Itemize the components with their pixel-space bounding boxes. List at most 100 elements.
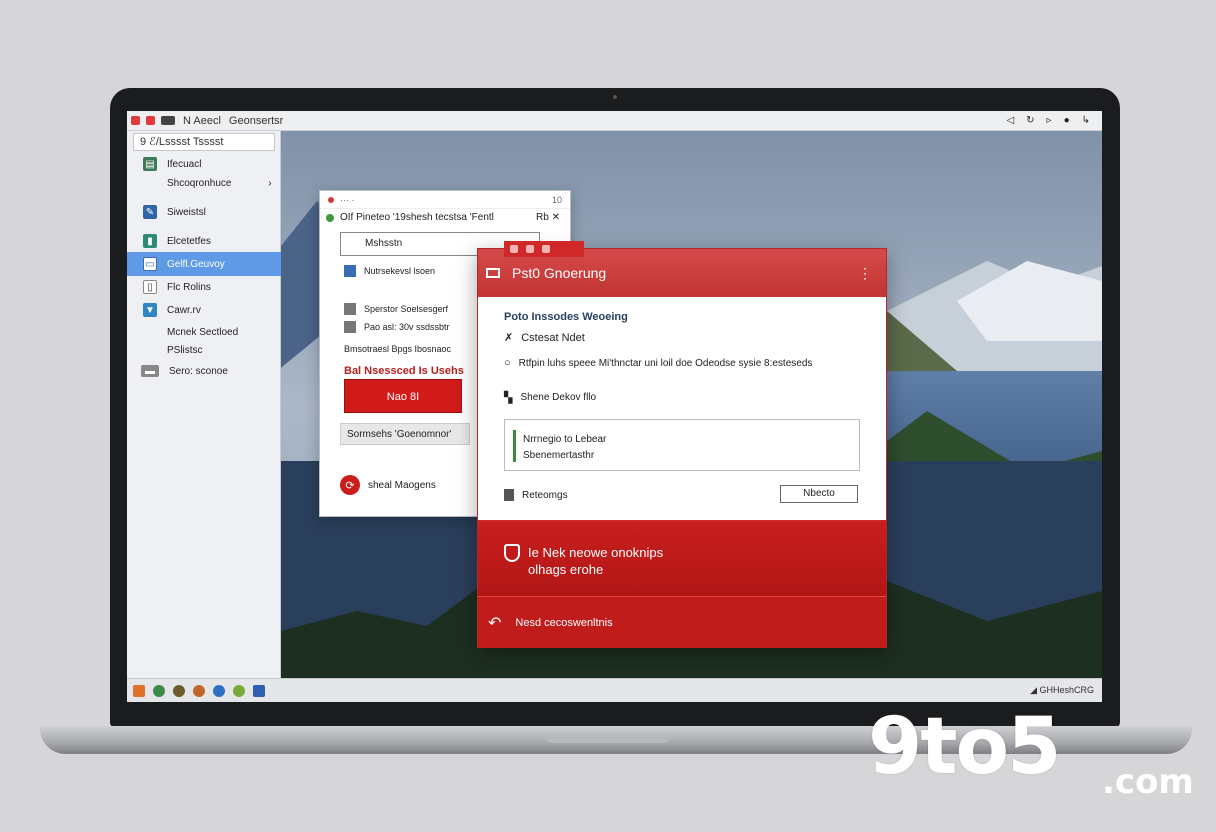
sidebar-item-6[interactable]: ▼ Cawr.rv bbox=[127, 299, 281, 321]
option-row-2[interactable]: Sperstor Soelsesgerf bbox=[344, 303, 448, 315]
line-text: Shene Dekov fllo bbox=[520, 392, 597, 403]
sidebar: 9 ℰ/Lsssst Tsssst ▤ Ifecuacl Shcoqronhuc… bbox=[127, 131, 281, 678]
user-icon bbox=[344, 265, 356, 277]
sidebar-item-label: Siweistsl bbox=[167, 206, 206, 218]
watermark-logo: 9to5 .com bbox=[868, 702, 1194, 806]
tools-icon: ✗ bbox=[504, 332, 514, 344]
tab-icon[interactable] bbox=[526, 245, 534, 253]
menu-item[interactable]: Geonsertsr bbox=[229, 115, 283, 127]
menu-icon[interactable]: ↳ bbox=[1082, 115, 1090, 126]
dialog-tabs bbox=[504, 241, 584, 257]
sidebar-item-label: Gelfl.Geuvoy bbox=[167, 258, 225, 270]
sidebar-item-0[interactable]: ▤ Ifecuacl bbox=[127, 153, 281, 175]
taskbar-app-icon[interactable] bbox=[153, 684, 165, 697]
sidebar-item-7[interactable]: Mcnek Sectloed bbox=[127, 321, 281, 343]
sidebar-item-label: PSlistsc bbox=[167, 345, 203, 356]
bin-icon: ▮ bbox=[143, 234, 157, 248]
window-footer[interactable]: ⟳ sheal Maogens bbox=[340, 475, 436, 495]
dialog-option-radio[interactable]: ○ Rtfpin luhs speee Mi'thnctar uni loil … bbox=[504, 357, 812, 369]
sidebar-item-label: Cawr.rv bbox=[167, 304, 201, 316]
app-icon[interactable] bbox=[161, 116, 175, 125]
file-icon: ▚ bbox=[504, 392, 513, 404]
dialog-line-1: ✗ Cstesat Ndet bbox=[504, 331, 585, 345]
dialog-line-3[interactable]: ▚ Shene Dekov fllo bbox=[504, 391, 596, 404]
info-box[interactable]: Nrrnegio to Lebear Sbenemertasthr bbox=[504, 419, 860, 471]
warning-link[interactable]: Bal Nsessced Is Usehs bbox=[344, 365, 464, 377]
app-menu-label[interactable]: N Aeecl bbox=[183, 115, 221, 127]
secondary-button[interactable]: Sormsehs 'Goenomnor' bbox=[340, 423, 470, 445]
menu-bar: N Aeecl Geonsertsr ◁ ↻ ▹ ● ↳ bbox=[127, 111, 1102, 131]
tab-icon[interactable] bbox=[510, 245, 518, 253]
sidebar-item-5[interactable]: ▯ Flc Rolins bbox=[127, 276, 281, 298]
pen-icon: ✎ bbox=[143, 205, 157, 219]
sidebar-search-input[interactable]: 9 ℰ/Lsssst Tsssst bbox=[133, 133, 275, 151]
checkbox-icon[interactable] bbox=[344, 303, 356, 315]
sidebar-item-4[interactable]: ▭ Gelfl.Geuvoy bbox=[127, 252, 281, 276]
taskbar-app-icon[interactable] bbox=[173, 684, 185, 697]
window-icon bbox=[486, 268, 500, 278]
warning-dialog[interactable]: Pst0 Gnoerung ⋮ Poto Inssodes Weoeing ✗ … bbox=[477, 241, 887, 648]
sidebar-item-1[interactable]: Shcoqronhuce › bbox=[167, 178, 272, 189]
window-title-number: 10 bbox=[551, 194, 562, 205]
sidebar-item-8[interactable]: PSlistsc bbox=[167, 345, 203, 356]
sidebar-item-label: Shcoqronhuce bbox=[167, 178, 232, 189]
taskbar-app-icon[interactable] bbox=[193, 684, 205, 697]
taskbar: ◢ GHHeshCRG bbox=[127, 678, 1102, 702]
back-icon[interactable]: ◁ bbox=[1006, 115, 1014, 126]
option-row-1[interactable]: Nutrsekevsl lsoen bbox=[344, 265, 435, 277]
webcam-icon bbox=[613, 95, 617, 99]
radio-icon[interactable]: ○ bbox=[504, 357, 511, 369]
info-box-title: Nrrnegio to Lebear bbox=[523, 434, 607, 445]
sidebar-item-label: Sero: sconoe bbox=[169, 365, 228, 377]
power-icon[interactable]: ● bbox=[1064, 115, 1070, 126]
window-header-text: OIf Pineteo '19shesh tecstsa 'Fentl bbox=[340, 212, 494, 223]
folder-icon: ▤ bbox=[143, 157, 157, 171]
option-row-4: Bmsotraesl Bpgs Ibosnaoc bbox=[344, 344, 451, 354]
option-label: Sperstor Soelsesgerf bbox=[364, 304, 449, 314]
line-text: Cstesat Ndet bbox=[521, 331, 585, 344]
dialog-footer-button[interactable]: ↶ Nesd cecoswenltnis bbox=[478, 596, 886, 648]
dialog-title: Pst0 Gnoerung bbox=[512, 265, 607, 281]
cup-icon: ▼ bbox=[143, 303, 157, 317]
option-label: Pao asl: 30v ssdssbtr bbox=[364, 322, 450, 332]
close-window-icon[interactable] bbox=[328, 196, 334, 203]
window-header-right[interactable]: Rb ✕ bbox=[536, 212, 560, 223]
wifi-icon[interactable]: ↻ bbox=[1026, 115, 1034, 126]
sidebar-item-label: Elcetetfes bbox=[167, 235, 211, 247]
window-titlebar[interactable]: ··· · 10 bbox=[320, 191, 570, 209]
taskbar-app-icon[interactable] bbox=[133, 684, 145, 697]
sidebar-item-label: Flc Rolins bbox=[167, 281, 211, 293]
alert-icon: ⟳ bbox=[340, 475, 360, 495]
watermark-brand: 9to5 bbox=[868, 702, 1061, 792]
banner-line-2: olhags erohe bbox=[528, 562, 604, 577]
option-row-3[interactable]: Pao asl: 30v ssdssbtr bbox=[344, 321, 450, 333]
drive-icon: ▬ bbox=[141, 365, 159, 377]
back-arrow-icon: ↶ bbox=[488, 614, 502, 632]
dialog-choose-row: Reteomgs bbox=[504, 489, 568, 501]
volume-icon[interactable]: ▹ bbox=[1047, 115, 1052, 126]
sidebar-item-label: Mcnek Sectloed bbox=[167, 326, 239, 338]
tray-status-text[interactable]: ◢ GHHeshCRG bbox=[1030, 685, 1094, 696]
taskbar-app-icon[interactable] bbox=[253, 684, 265, 697]
primary-button[interactable]: Nao 8I bbox=[344, 379, 462, 413]
alert-banner[interactable]: Ie Nek neowe onoknips olhags erohe bbox=[478, 522, 886, 596]
option-label: Bmsotraesl Bpgs Ibosnaoc bbox=[344, 344, 452, 354]
close-window-icon[interactable] bbox=[131, 116, 140, 125]
doc-icon: ▯ bbox=[143, 280, 157, 294]
dialog-input[interactable]: Nbecto bbox=[780, 485, 858, 503]
status-icon bbox=[326, 213, 334, 222]
footer-label: sheal Maogens bbox=[368, 479, 436, 491]
taskbar-app-icon[interactable] bbox=[213, 684, 225, 697]
sidebar-item-3[interactable]: ▮ Elcetetfes bbox=[127, 230, 281, 252]
checkbox-icon[interactable] bbox=[344, 321, 356, 333]
more-options-icon[interactable]: ⋮ bbox=[858, 265, 872, 282]
taskbar-app-icon[interactable] bbox=[233, 684, 245, 697]
minimize-window-icon[interactable] bbox=[146, 116, 155, 125]
mail-icon bbox=[143, 325, 157, 339]
laptop-notch bbox=[545, 736, 671, 743]
sidebar-item-9[interactable]: ▬ Sero: sconoe bbox=[127, 360, 281, 382]
footer-text: Nesd cecoswenltnis bbox=[515, 616, 613, 629]
choose-label: Reteomgs bbox=[522, 489, 568, 501]
tab-icon[interactable] bbox=[542, 245, 550, 253]
sidebar-item-2[interactable]: ✎ Siweistsl bbox=[127, 201, 281, 223]
